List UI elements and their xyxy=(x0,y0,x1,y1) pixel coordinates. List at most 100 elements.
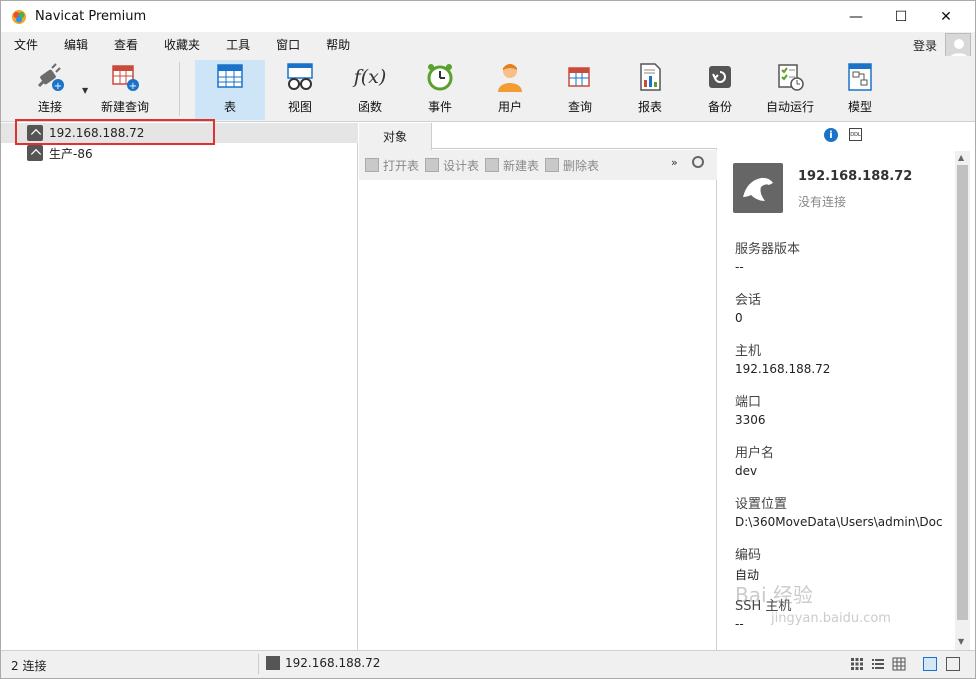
port-label: 端口 xyxy=(735,395,762,410)
scroll-up-icon[interactable]: ▲ xyxy=(958,153,964,162)
menu-window[interactable]: 窗口 xyxy=(263,36,313,53)
object-panel: 对象 打开表 设计表 新建表 删除表 » xyxy=(359,123,717,650)
view-icon xyxy=(283,60,317,94)
toggle-right-pane-icon[interactable] xyxy=(946,657,960,671)
delete-table-icon xyxy=(545,158,560,172)
current-connection-name: 192.168.188.72 xyxy=(285,656,381,670)
menu-help[interactable]: 帮助 xyxy=(313,36,363,53)
model-icon xyxy=(843,60,877,94)
menu-edit[interactable]: 编辑 xyxy=(51,36,101,53)
connection-item[interactable]: 生产-86 xyxy=(1,143,358,163)
ssh-host-value: -- xyxy=(735,617,744,631)
view-tool[interactable]: 视图 xyxy=(265,60,335,120)
query-tool[interactable]: 查询 xyxy=(545,60,615,120)
menu-view[interactable]: 查看 xyxy=(101,36,151,53)
table-icon xyxy=(213,60,247,94)
report-tool[interactable]: 报表 xyxy=(615,60,685,120)
connection-name: 生产-86 xyxy=(49,146,93,161)
tab-objects-label: 对象 xyxy=(382,130,407,144)
maximize-button[interactable]: ☐ xyxy=(878,1,924,32)
user-label: 用户 xyxy=(497,100,522,114)
delete-table-label: 删除表 xyxy=(563,158,600,173)
close-button[interactable]: ✕ xyxy=(923,1,969,32)
status-divider xyxy=(258,654,259,674)
info-panel: i DDL 192.168.188.72 没有连接 服务器版本 -- 会话 0 … xyxy=(718,123,975,650)
backup-label: 备份 xyxy=(707,100,732,114)
host-value: 192.168.188.72 xyxy=(735,362,831,376)
encoding-label: 编码 xyxy=(735,548,762,563)
scroll-thumb[interactable] xyxy=(957,165,968,620)
design-table-button[interactable]: 设计表 xyxy=(425,157,479,174)
title-bar: Navicat Premium — ☐ ✕ xyxy=(1,1,975,32)
model-tool[interactable]: 模型 xyxy=(825,60,895,120)
ddl-icon[interactable]: DDL xyxy=(849,128,862,141)
list-view-icon[interactable] xyxy=(871,657,885,671)
mysql-connection-icon xyxy=(266,656,280,670)
detail-connection-status: 没有连接 xyxy=(798,195,847,209)
detail-view-icon[interactable] xyxy=(892,657,906,671)
toolbar-divider xyxy=(179,62,180,116)
clock-icon xyxy=(423,60,457,94)
event-label: 事件 xyxy=(427,100,452,114)
svg-text:+: + xyxy=(54,81,62,92)
query-label: 查询 xyxy=(567,100,592,114)
function-label: 函数 xyxy=(357,100,382,114)
new-table-icon xyxy=(485,158,500,172)
port-value: 3306 xyxy=(735,413,766,427)
tab-objects[interactable]: 对象 xyxy=(359,123,432,150)
main-toolbar: + 连接 ▼ + 新建查询 表 视图 f(x) 函数 事件 用户 查询 报表 备… xyxy=(1,56,975,122)
menu-tools[interactable]: 工具 xyxy=(213,36,263,53)
object-tab-bar: 对象 xyxy=(359,123,717,150)
info-icon[interactable]: i xyxy=(824,128,838,142)
connection-tree: 192.168.188.72 生产-86 xyxy=(1,119,358,650)
login-link[interactable]: 登录 xyxy=(913,37,937,54)
delete-table-button[interactable]: 删除表 xyxy=(545,157,599,174)
new-query-icon: + xyxy=(108,60,142,94)
settings-location-value: D:\360MoveData\Users\admin\Docu xyxy=(735,515,943,529)
status-bar: 2 连接 192.168.188.72 xyxy=(1,650,975,678)
search-icon[interactable] xyxy=(692,156,704,168)
table-tool[interactable]: 表 xyxy=(195,60,265,120)
info-scrollbar[interactable]: ▲ ▼ xyxy=(955,151,970,650)
open-table-icon xyxy=(365,158,379,172)
user-tool[interactable]: 用户 xyxy=(475,60,545,120)
function-icon: f(x) xyxy=(353,60,387,94)
minimize-button[interactable]: — xyxy=(833,1,879,32)
auto-run-label: 自动运行 xyxy=(765,100,814,114)
navicat-logo-icon xyxy=(12,9,26,24)
mysql-connection-icon xyxy=(27,145,43,161)
table-label: 表 xyxy=(223,100,236,114)
backup-tool[interactable]: 备份 xyxy=(685,60,755,120)
open-table-button[interactable]: 打开表 xyxy=(365,157,419,174)
auto-run-tool[interactable]: 自动运行 xyxy=(755,60,825,120)
menu-bar: 文件 编辑 查看 收藏夹 工具 窗口 帮助 登录 xyxy=(1,32,975,59)
connect-dropdown-icon[interactable]: ▼ xyxy=(82,86,88,95)
function-tool[interactable]: f(x) 函数 xyxy=(335,60,405,120)
menu-favorites[interactable]: 收藏夹 xyxy=(151,36,213,53)
query-icon xyxy=(563,60,597,94)
report-label: 报表 xyxy=(637,100,662,114)
function-glyph: f(x) xyxy=(353,66,387,88)
sessions-label: 会话 xyxy=(735,293,762,308)
plug-icon: + xyxy=(33,60,67,94)
red-highlight-box xyxy=(15,119,215,145)
new-query-tool[interactable]: + 新建查询 xyxy=(90,60,160,120)
model-label: 模型 xyxy=(847,100,872,114)
current-connection: 192.168.188.72 xyxy=(266,656,380,670)
menu-file[interactable]: 文件 xyxy=(1,36,51,53)
scroll-down-icon[interactable]: ▼ xyxy=(958,637,964,646)
object-toolbar: 打开表 设计表 新建表 删除表 » xyxy=(359,150,717,180)
view-label: 视图 xyxy=(287,100,312,114)
new-table-button[interactable]: 新建表 xyxy=(485,157,539,174)
new-query-label: 新建查询 xyxy=(100,100,149,114)
more-options-icon[interactable]: » xyxy=(671,156,678,169)
event-tool[interactable]: 事件 xyxy=(405,60,475,120)
grid-view-icon[interactable] xyxy=(850,657,864,671)
toggle-left-pane-icon[interactable] xyxy=(923,657,937,671)
username-label: 用户名 xyxy=(735,446,775,461)
server-version-value: -- xyxy=(735,260,744,274)
window-title: Navicat Premium xyxy=(35,9,147,24)
settings-location-label: 设置位置 xyxy=(735,497,788,512)
connect-tool[interactable]: + 连接 xyxy=(15,60,85,120)
open-table-label: 打开表 xyxy=(383,158,420,173)
